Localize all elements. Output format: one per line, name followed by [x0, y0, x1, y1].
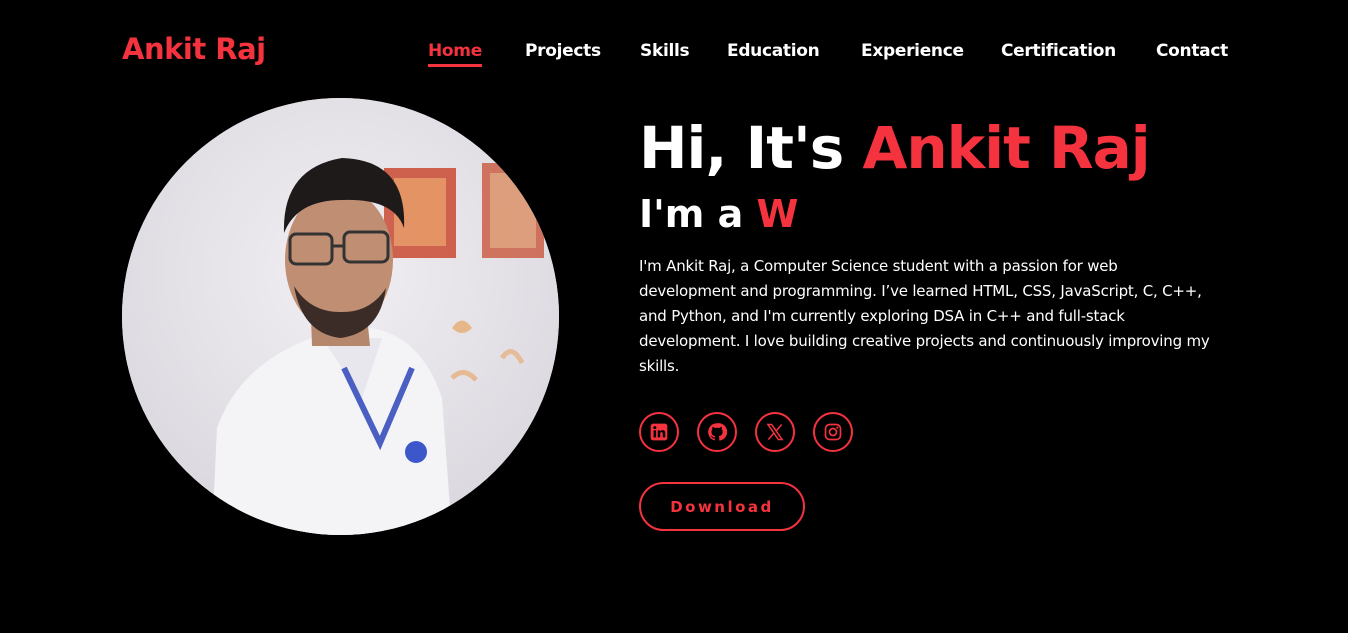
nav-contact[interactable]: Contact: [1156, 41, 1228, 61]
hero-section: Hi, It's Ankit Raj I'm a W I'm Ankit Raj…: [639, 112, 1229, 379]
profile-photo: [122, 98, 559, 535]
hero-bio: I'm Ankit Raj, a Computer Science studen…: [639, 257, 1210, 375]
site-header: Ankit Raj Home Projects Skills Education…: [0, 0, 1348, 100]
logo[interactable]: Ankit Raj: [122, 32, 266, 66]
profile-photo-illustration: [122, 98, 559, 535]
nav-home[interactable]: Home: [428, 41, 482, 67]
hero-role-prefix: I'm a: [639, 192, 744, 236]
hero-role: I'm a W: [639, 186, 1229, 242]
x-twitter-link[interactable]: [755, 412, 795, 452]
linkedin-link[interactable]: [639, 412, 679, 452]
nav-skills[interactable]: Skills: [640, 41, 690, 61]
instagram-link[interactable]: [813, 412, 853, 452]
social-links: [639, 412, 853, 452]
nav-experience[interactable]: Experience: [861, 41, 964, 61]
x-twitter-icon: [766, 423, 784, 441]
page: Ankit Raj Home Projects Skills Education…: [0, 0, 1348, 633]
download-button[interactable]: Download: [639, 482, 805, 531]
github-link[interactable]: [697, 412, 737, 452]
github-icon: [708, 423, 727, 441]
hero-name: Ankit Raj: [862, 114, 1150, 182]
hero-role-typed: W: [756, 192, 799, 236]
nav-certification[interactable]: Certification: [1001, 41, 1116, 61]
hero-greeting: Hi, It's: [639, 114, 844, 182]
nav-education[interactable]: Education: [727, 41, 820, 61]
nav-projects[interactable]: Projects: [525, 41, 601, 61]
instagram-icon: [824, 423, 842, 441]
linkedin-icon: [650, 423, 668, 441]
hero-title: Hi, It's Ankit Raj: [639, 112, 1229, 184]
